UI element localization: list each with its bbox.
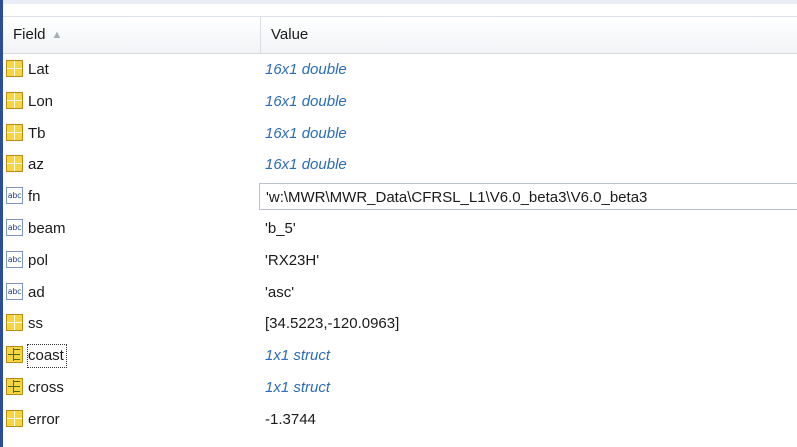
field-name: ad: [28, 283, 45, 301]
char-array-icon: abc: [6, 187, 23, 205]
matrix-icon: [6, 155, 23, 173]
table-row[interactable]: abc beam 'b_5': [3, 213, 797, 245]
struct-icon: [6, 346, 23, 364]
matrix-icon: [6, 314, 23, 332]
table-row[interactable]: Lon 16x1 double: [3, 86, 797, 118]
table-row[interactable]: az 16x1 double: [3, 149, 797, 181]
table-row[interactable]: coast 1x1 struct: [3, 340, 797, 372]
field-value[interactable]: 'b_5': [265, 213, 296, 245]
table-row[interactable]: Lat 16x1 double: [3, 54, 797, 86]
char-array-icon: abc: [6, 250, 23, 268]
struct-icon: [6, 377, 23, 395]
field-value-edit-box[interactable]: 'w:\MWR\MWR_Data\CFRSL_L1\V6.0_beta3\V6.…: [259, 183, 797, 211]
field-name: cross: [28, 378, 64, 396]
field-value[interactable]: 1x1 struct: [265, 372, 330, 404]
field-column-header[interactable]: Field ▲: [3, 17, 261, 53]
table-row[interactable]: cross 1x1 struct: [3, 372, 797, 404]
variable-editor: Field ▲ Value Lat 16x1 double Lon 16x1 do…: [0, 0, 797, 447]
char-array-icon: abc: [6, 282, 23, 300]
table-row[interactable]: abc pol 'RX23H': [3, 245, 797, 277]
field-list: Lat 16x1 double Lon 16x1 double Tb 16x1 …: [3, 54, 797, 436]
field-name: ss: [28, 315, 43, 333]
field-value[interactable]: [34.5223,-120.0963]: [265, 308, 399, 340]
field-name: pol: [28, 251, 49, 269]
field-name: Lat: [28, 61, 49, 78]
matrix-icon: [6, 409, 23, 427]
value-column-label: Value: [271, 26, 309, 43]
field-column-label: Field: [13, 26, 46, 43]
field-name: az: [28, 156, 44, 174]
matrix-icon: [6, 60, 23, 77]
field-value[interactable]: 16x1 double: [265, 86, 347, 118]
field-value[interactable]: 1x1 struct: [265, 340, 330, 372]
field-value[interactable]: 'RX23H': [265, 245, 319, 277]
field-name: Tb: [28, 124, 46, 142]
top-edge: [0, 0, 797, 4]
field-name: Lon: [28, 92, 54, 110]
field-name: beam: [28, 219, 66, 237]
field-value[interactable]: 'asc': [265, 277, 294, 309]
field-name-focused: coast: [27, 344, 67, 369]
field-value[interactable]: 16x1 double: [265, 54, 347, 86]
value-column-header[interactable]: Value: [261, 17, 791, 53]
table-row[interactable]: Tb 16x1 double: [3, 118, 797, 150]
matrix-icon: [6, 91, 23, 109]
table-row[interactable]: error -1.3744: [3, 404, 797, 436]
table-row[interactable]: abc ad 'asc': [3, 277, 797, 309]
table-row[interactable]: ss [34.5223,-120.0963]: [3, 308, 797, 340]
table-row[interactable]: abc fn 'w:\MWR\MWR_Data\CFRSL_L1\V6.0_be…: [3, 181, 797, 213]
field-value[interactable]: -1.3744: [265, 404, 316, 436]
field-value[interactable]: 16x1 double: [265, 149, 347, 181]
table-header: Field ▲ Value: [3, 16, 797, 54]
field-name: fn: [28, 188, 41, 206]
char-array-icon: abc: [6, 218, 23, 236]
matrix-icon: [6, 123, 23, 141]
sort-ascending-icon: ▲: [51, 29, 63, 41]
field-value[interactable]: 16x1 double: [265, 118, 347, 150]
field-name: error: [28, 410, 60, 428]
